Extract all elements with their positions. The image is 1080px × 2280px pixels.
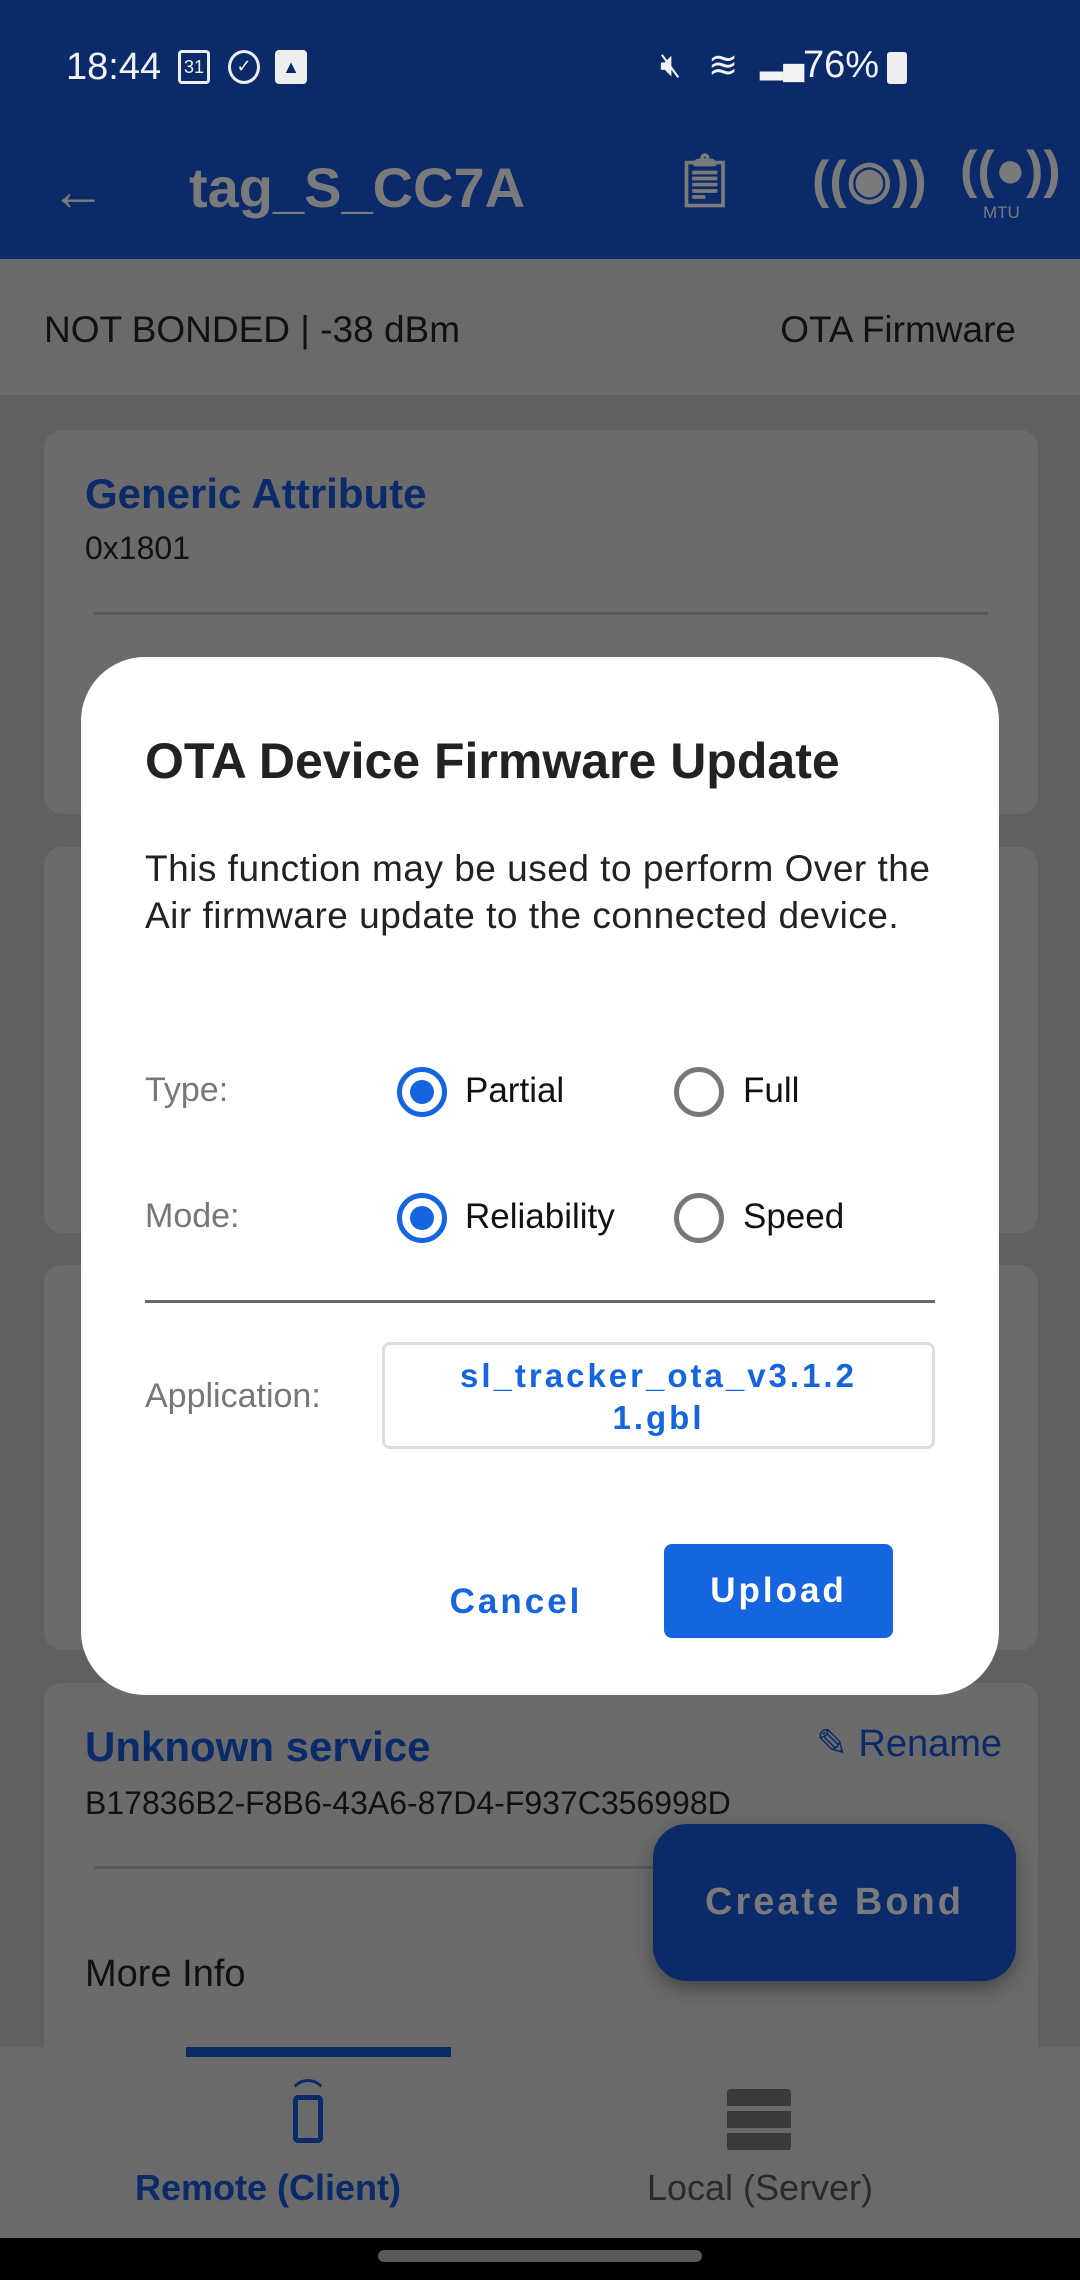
mute-icon: 🔇︎ xyxy=(660,46,682,84)
tab-remote-client[interactable]: ⌒ Remote (Client) xyxy=(0,2047,540,2238)
dialog-body: This function may be used to perform Ove… xyxy=(145,848,931,936)
app-bar: 18:44 31 ✓ ▲ 🔇︎ ≋ ▂▄ 76% ← tag_S_CC7A 📋︎… xyxy=(0,0,1080,259)
mode-speed-label[interactable]: Speed xyxy=(743,1197,844,1237)
cancel-button[interactable]: Cancel xyxy=(421,1567,611,1637)
application-file-line1: sl_tracker_ota_v3.1.2 xyxy=(460,1357,857,1394)
status-time: 18:44 xyxy=(66,46,162,88)
mode-reliability-radio[interactable] xyxy=(397,1193,447,1243)
battery-text: 76% xyxy=(803,44,880,86)
service-name: Generic Attribute xyxy=(85,470,427,517)
application-label: Application: xyxy=(145,1377,321,1415)
connection-priority-icon[interactable]: ((◉)) xyxy=(812,150,927,210)
wifi-icon: ≋ xyxy=(708,44,739,85)
type-full-label[interactable]: Full xyxy=(743,1071,799,1111)
status-bar: 18:44 31 ✓ ▲ 🔇︎ ≋ ▂▄ 76% xyxy=(0,0,1080,130)
service-name: Unknown service xyxy=(85,1723,431,1770)
bond-rssi-status: NOT BONDED | -38 dBm xyxy=(44,309,461,350)
rename-label: Rename xyxy=(858,1723,1003,1765)
ota-dialog: OTA Device Firmware Update This function… xyxy=(81,657,999,1695)
mtu-icon[interactable]: ((●)) xyxy=(960,140,1061,200)
check-circle-icon: ✓ xyxy=(228,50,260,84)
more-info-link[interactable]: More Info xyxy=(85,1953,246,1996)
mtu-label: MTU xyxy=(983,203,1020,222)
tab-label: Remote (Client) xyxy=(134,2167,401,2208)
system-nav-bar xyxy=(0,2238,1080,2280)
tab-local-server[interactable]: Local (Server) xyxy=(540,2047,1080,2238)
create-bond-button[interactable]: Create Bond xyxy=(653,1824,1016,1981)
wireless-waves-icon: ⌒ xyxy=(294,2078,323,2109)
page-title: tag_S_CC7A xyxy=(189,156,526,219)
type-partial-radio[interactable] xyxy=(397,1067,447,1117)
type-full-radio[interactable] xyxy=(674,1067,724,1117)
bottom-nav: ⌒ Remote (Client) Local (Server) xyxy=(0,2047,1080,2238)
ota-firmware-link[interactable]: OTA Firmware xyxy=(780,309,1016,351)
gallery-icon: ▲ xyxy=(275,50,307,84)
mode-reliability-label[interactable]: Reliability xyxy=(465,1197,615,1237)
service-uuid: B17836B2-F8B6-43A6-87D4-F937C356998D xyxy=(85,1785,731,1821)
home-handle[interactable] xyxy=(378,2250,702,2262)
tab-label: Local (Server) xyxy=(646,2167,874,2208)
divider xyxy=(145,1300,935,1303)
divider xyxy=(94,612,988,615)
mode-label: Mode: xyxy=(145,1197,240,1235)
pencil-icon: ✎ xyxy=(816,1723,848,1765)
type-label: Type: xyxy=(145,1071,229,1109)
signal-icon: ▂▄ xyxy=(760,47,805,80)
rename-button[interactable]: ✎ Rename xyxy=(816,1721,1002,1766)
application-file-selector[interactable]: sl_tracker_ota_v3.1.2 1.gbl xyxy=(382,1342,935,1449)
upload-button[interactable]: Upload xyxy=(664,1544,893,1638)
back-arrow-icon[interactable]: ← xyxy=(50,158,106,223)
battery-icon xyxy=(887,52,907,84)
application-file-line2: 1.gbl xyxy=(612,1399,705,1436)
service-uuid: 0x1801 xyxy=(85,530,190,566)
calendar-icon: 31 xyxy=(178,50,210,84)
server-icon xyxy=(727,2089,791,2151)
mode-speed-radio[interactable] xyxy=(674,1193,724,1243)
type-partial-label[interactable]: Partial xyxy=(465,1071,564,1111)
log-clock-icon[interactable]: 📋︎ xyxy=(672,150,738,211)
info-bar: NOT BONDED | -38 dBm OTA Firmware xyxy=(0,259,1080,395)
dialog-title: OTA Device Firmware Update xyxy=(145,733,840,789)
